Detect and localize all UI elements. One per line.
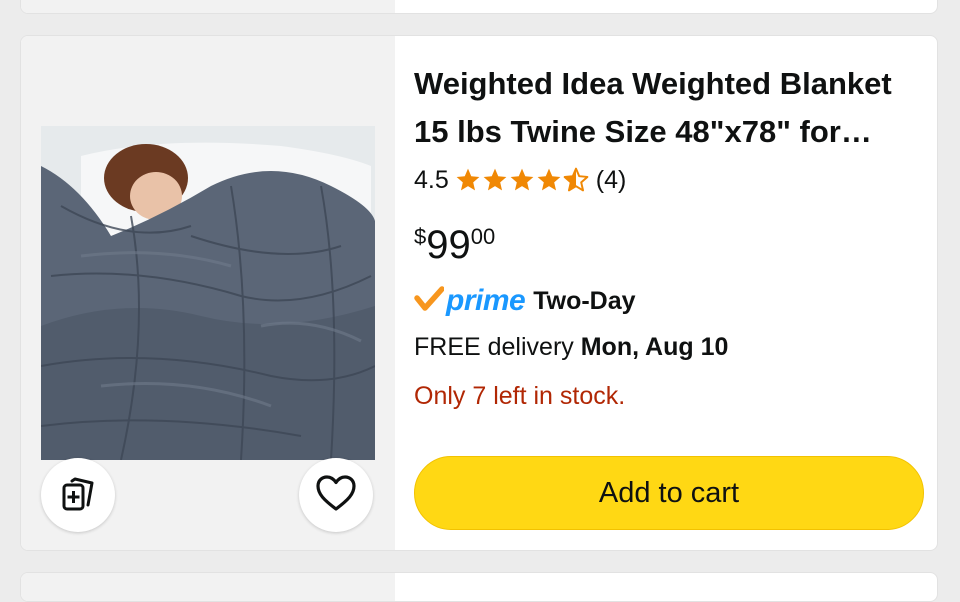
add-to-wishlist-button[interactable] [299,458,373,532]
rating-value: 4.5 [414,165,449,194]
price-symbol: $ [414,224,427,249]
delivery-info: FREE delivery Mon, Aug 10 [414,333,728,362]
product-card[interactable]: Weighted Idea Weighted Blanket 15 lbs Tw… [20,35,938,551]
review-count[interactable]: (4) [596,166,627,195]
star-icon [456,168,480,191]
star-icon [537,168,561,191]
product-image-panel [21,36,395,550]
delivery-prefix: FREE delivery [414,333,581,361]
add-to-cart-button[interactable]: Add to cart [414,456,924,530]
heart-icon [314,473,358,518]
stock-status: Only 7 left in stock. [414,382,626,410]
star-icon [510,168,534,191]
price-whole: 99 [426,223,471,267]
product-title-line-2[interactable]: 15 lbs Twine Size 48"x78" for… [414,108,914,156]
next-product-card [20,572,938,602]
product-info: Weighted Idea Weighted Blanket 15 lbs Tw… [414,36,937,550]
product-image[interactable] [41,126,375,460]
half-star-icon [563,167,589,192]
next-product-image-panel [21,573,395,601]
compare-button[interactable] [41,458,115,532]
delivery-date: Mon, Aug 10 [580,333,729,361]
prime-check-icon [414,285,445,317]
rating-row[interactable]: 4.5 (4) [414,163,626,197]
price: $ 99 00 [414,216,495,274]
previous-product-card [20,0,938,14]
previous-product-image-panel [21,0,395,13]
product-title-line-1[interactable]: Weighted Idea Weighted Blanket [414,60,914,108]
prime-speed: Two-Day [533,286,636,315]
compare-icon [58,473,98,518]
product-title[interactable]: Weighted Idea Weighted Blanket 15 lbs Tw… [414,60,914,156]
prime-badge: prime Two-Day [414,282,636,320]
price-fraction: 00 [470,224,496,249]
star-rating[interactable] [455,167,590,193]
star-icon [483,168,507,191]
prime-logo: prime [446,284,526,317]
